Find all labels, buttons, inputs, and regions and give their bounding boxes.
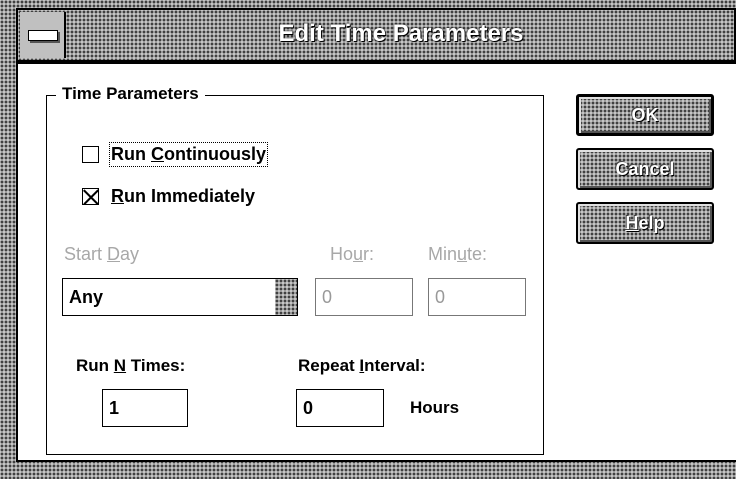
run-continuously-checkbox[interactable] xyxy=(82,146,99,163)
help-button-label: Help xyxy=(625,212,665,233)
minute-input[interactable]: 0 xyxy=(428,278,526,316)
hours-unit-label: Hours xyxy=(410,398,460,417)
help-button[interactable]: Help xyxy=(576,202,714,244)
run-n-times-value: 1 xyxy=(109,397,120,418)
group-title: Time Parameters xyxy=(56,84,205,104)
run-immediately-row[interactable]: Run Immediately xyxy=(82,186,255,207)
system-menu-button[interactable] xyxy=(20,12,66,58)
run-continuously-row[interactable]: Run Continuously xyxy=(82,142,268,167)
start-day-label: Start Day xyxy=(64,244,140,264)
minute-value: 0 xyxy=(435,286,446,307)
run-immediately-checkbox[interactable] xyxy=(82,188,99,205)
hour-label: Hour: xyxy=(330,244,375,264)
ok-button-label: OK xyxy=(631,104,659,125)
repeat-interval-input[interactable]: 0 xyxy=(296,389,384,427)
ok-button[interactable]: OK xyxy=(576,94,714,136)
window-title: Edit Time Parameters xyxy=(278,20,524,47)
title-bar[interactable]: Edit Time Parameters xyxy=(16,8,736,62)
hour-input[interactable]: 0 xyxy=(315,278,413,316)
cancel-button[interactable]: Cancel xyxy=(576,148,714,190)
run-immediately-label[interactable]: Run Immediately xyxy=(111,186,255,207)
hour-value: 0 xyxy=(322,286,333,307)
minute-label: Minute: xyxy=(428,244,488,264)
run-n-times-input[interactable]: 1 xyxy=(102,389,188,427)
start-day-value: Any xyxy=(69,286,104,307)
start-day-combobox[interactable]: Any xyxy=(62,278,298,316)
cancel-button-label: Cancel xyxy=(615,158,675,179)
repeat-interval-value: 0 xyxy=(303,397,314,418)
system-menu-icon xyxy=(28,30,58,41)
repeat-interval-label: Repeat Interval: xyxy=(298,356,426,375)
dropdown-arrow-button[interactable] xyxy=(275,279,297,315)
run-continuously-label[interactable]: Run Continuously xyxy=(109,142,268,167)
run-n-times-label: Run N Times: xyxy=(76,356,186,375)
